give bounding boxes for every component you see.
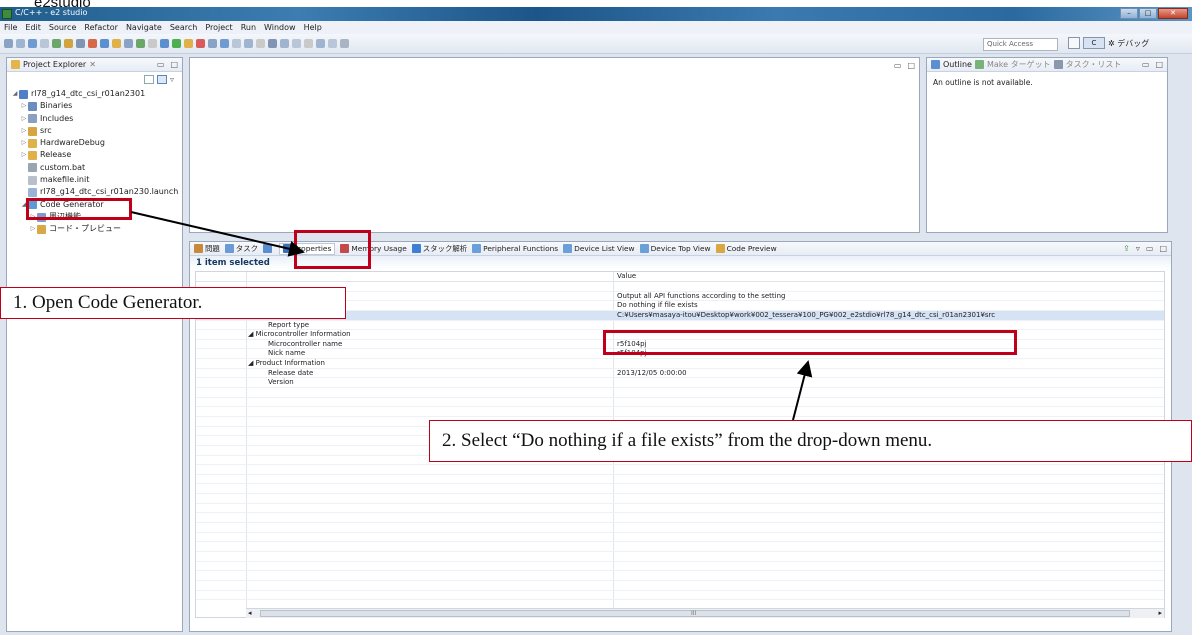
step2-callout: 2. Select “Do nothing if a file exists” … bbox=[429, 420, 1192, 462]
arrow-to-properties bbox=[130, 211, 305, 257]
step1-callout: 1. Open Code Generator. bbox=[0, 287, 346, 319]
arrow-to-dropdown bbox=[792, 360, 813, 421]
